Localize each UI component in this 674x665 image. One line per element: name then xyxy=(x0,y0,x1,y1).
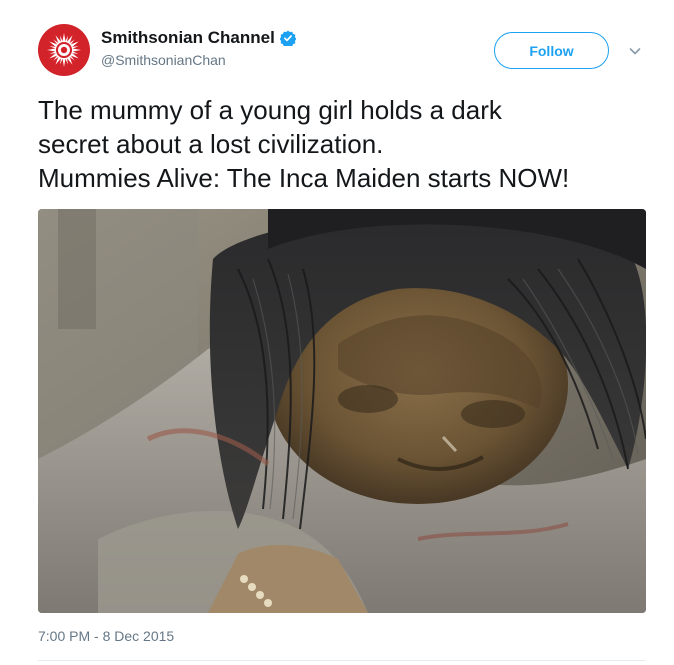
tweet-media-photo[interactable] xyxy=(38,209,646,613)
tweet-text: The mummy of a young girl holds a dark s… xyxy=(38,93,658,195)
chevron-down-icon[interactable] xyxy=(626,42,644,60)
divider xyxy=(38,660,646,661)
smithsonian-sunburst-logo-icon xyxy=(47,33,81,67)
tweet-card: Smithsonian Channel @SmithsonianChan Fol… xyxy=(0,0,674,665)
tweet-timestamp[interactable]: 7:00 PM - 8 Dec 2015 xyxy=(38,628,174,644)
author-handle[interactable]: @SmithsonianChan xyxy=(101,52,296,68)
tweet-text-line: The mummy of a young girl holds a dark xyxy=(38,95,502,125)
author-block[interactable]: Smithsonian Channel @SmithsonianChan xyxy=(101,27,296,68)
avatar[interactable] xyxy=(38,24,90,76)
follow-button[interactable]: Follow xyxy=(494,32,609,69)
verified-badge-icon xyxy=(279,30,296,46)
author-name[interactable]: Smithsonian Channel xyxy=(101,28,275,48)
author-name-row: Smithsonian Channel xyxy=(101,27,296,49)
mummy-photo-illustration xyxy=(38,209,646,613)
tweet-text-line: secret about a lost civilization. xyxy=(38,129,384,159)
tweet-text-line: Mummies Alive: The Inca Maiden starts NO… xyxy=(38,163,570,193)
